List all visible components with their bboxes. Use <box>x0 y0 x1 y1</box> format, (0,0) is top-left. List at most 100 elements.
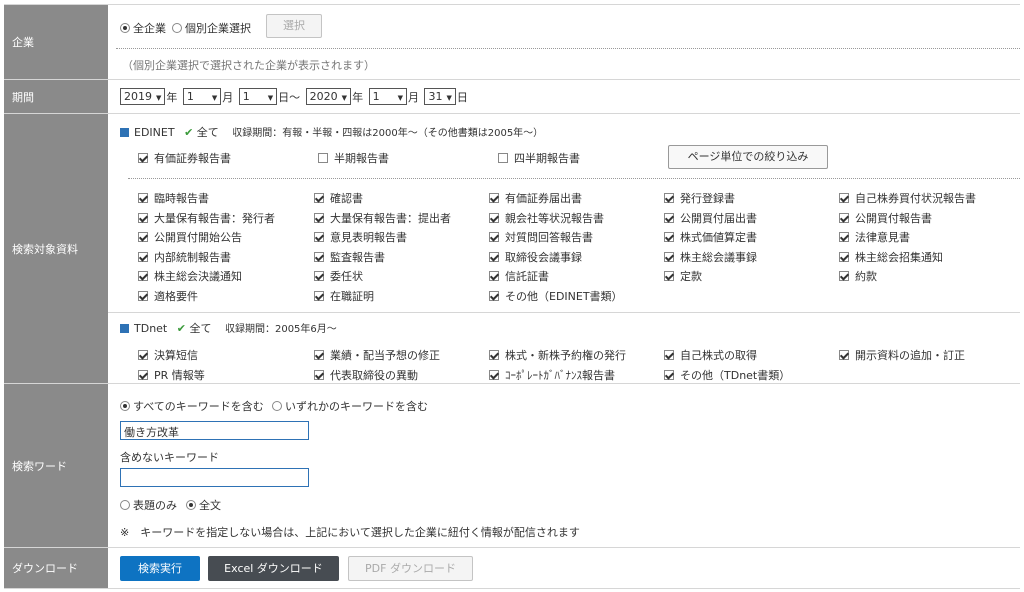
document-type-item[interactable]: 監査報告書 <box>314 249 385 265</box>
document-type-item[interactable]: 大量保有報告書：発行者 <box>138 210 275 226</box>
checkbox[interactable] <box>138 153 148 163</box>
checkbox[interactable] <box>839 350 849 360</box>
checkbox[interactable] <box>138 232 148 242</box>
checkbox[interactable] <box>489 212 499 223</box>
checkbox[interactable] <box>314 193 324 203</box>
document-type-item[interactable]: 業績・配当予想の修正 <box>314 347 440 363</box>
page-filter-button[interactable]: ページ単位での絞り込み <box>668 145 828 169</box>
checkbox[interactable] <box>664 232 674 242</box>
checkbox[interactable] <box>314 350 324 360</box>
checkbox[interactable] <box>138 369 148 380</box>
document-type-item[interactable]: 信託証書 <box>489 268 549 284</box>
checkbox[interactable] <box>138 271 148 281</box>
document-type-item[interactable]: 定款 <box>664 268 702 284</box>
to-month-select[interactable]: 1 ▼ <box>368 88 407 105</box>
checkbox[interactable] <box>489 271 499 281</box>
checkbox[interactable] <box>664 212 674 223</box>
document-type-item[interactable]: 委任状 <box>314 268 363 284</box>
document-type-item[interactable]: 約款 <box>839 268 877 284</box>
checkbox[interactable] <box>664 251 674 262</box>
radio-any-keyword[interactable]: いずれかのキーワードを含む <box>272 398 428 414</box>
checkbox[interactable] <box>489 290 499 301</box>
checkbox[interactable] <box>839 193 849 203</box>
radio-all-companies-dot[interactable] <box>120 23 130 33</box>
radio-full-text[interactable]: 全文 <box>186 497 221 513</box>
checkbox[interactable] <box>138 212 148 223</box>
checkbox[interactable] <box>489 251 499 262</box>
radio-title-only-dot[interactable] <box>120 500 130 510</box>
edinet-select-all[interactable]: ✔ 全て <box>184 126 219 139</box>
document-type-item[interactable]: 意見表明報告書 <box>314 229 407 245</box>
document-type-item[interactable]: 株式価値算定書 <box>664 229 757 245</box>
document-type-item[interactable]: 公開買付開始公告 <box>138 229 242 245</box>
checkbox[interactable] <box>138 251 148 262</box>
radio-full-text-dot[interactable] <box>186 500 196 510</box>
radio-all-companies[interactable]: 全企業 <box>120 20 166 36</box>
from-year-select[interactable]: 2019 ▼ <box>120 88 166 105</box>
document-type-item[interactable]: 株主総会議事録 <box>664 249 757 265</box>
checkbox[interactable] <box>839 251 849 262</box>
document-type-item[interactable]: 自己株式の取得 <box>664 347 757 363</box>
checkbox[interactable] <box>314 212 324 223</box>
document-type-item[interactable]: 公開買付届出書 <box>664 210 757 226</box>
keyword-input[interactable]: 働き方改革 <box>120 421 309 440</box>
checkbox[interactable] <box>664 350 674 360</box>
excel-download-button[interactable]: Excel ダウンロード <box>208 556 339 581</box>
document-type-item[interactable]: 株主総会招集通知 <box>839 249 943 265</box>
checkbox[interactable] <box>664 193 674 203</box>
from-month-select[interactable]: 1 ▼ <box>182 88 222 105</box>
checkbox[interactable] <box>138 290 148 301</box>
document-type-item[interactable]: 有価証券届出書 <box>489 190 582 206</box>
edinet-top-item[interactable]: 四半期報告書 <box>498 150 580 166</box>
document-type-item[interactable]: 親会社等状況報告書 <box>489 210 604 226</box>
document-type-item[interactable]: 臨時報告書 <box>138 190 209 206</box>
edinet-top-item[interactable]: 有価証券報告書 <box>138 150 231 166</box>
radio-individual-company-dot[interactable] <box>172 23 182 33</box>
document-type-item[interactable]: 内部統制報告書 <box>138 249 231 265</box>
document-type-item[interactable]: 発行登録書 <box>664 190 735 206</box>
document-type-item[interactable]: 取締役会議事録 <box>489 249 582 265</box>
radio-all-keywords-dot[interactable] <box>120 401 130 411</box>
radio-individual-company[interactable]: 個別企業選択 <box>172 20 251 36</box>
checkbox[interactable] <box>839 232 849 242</box>
document-type-item[interactable]: その他（TDnet書類） <box>664 367 790 383</box>
document-type-item[interactable]: 在職証明 <box>314 288 374 304</box>
document-type-item[interactable]: 大量保有報告書：提出者 <box>314 210 451 226</box>
radio-any-keyword-dot[interactable] <box>272 401 282 411</box>
to-year-select[interactable]: 2020 ▼ <box>305 88 352 105</box>
document-type-item[interactable]: その他（EDINET書類） <box>489 288 623 304</box>
select-company-button[interactable]: 選択 <box>266 14 322 38</box>
checkbox[interactable] <box>489 232 499 242</box>
checkbox[interactable] <box>314 271 324 281</box>
checkbox[interactable] <box>839 271 849 281</box>
document-type-item[interactable]: 自己株券買付状況報告書 <box>839 190 976 206</box>
checkbox[interactable] <box>839 212 849 223</box>
checkbox[interactable] <box>489 369 499 380</box>
checkbox[interactable] <box>138 193 148 203</box>
document-type-item[interactable]: 決算短信 <box>138 347 198 363</box>
checkbox[interactable] <box>498 153 508 163</box>
edinet-top-item[interactable]: 半期報告書 <box>318 150 389 166</box>
checkbox[interactable] <box>314 251 324 262</box>
document-type-item[interactable]: 株主総会決議通知 <box>138 268 242 284</box>
document-type-item[interactable]: 確認書 <box>314 190 363 206</box>
document-type-item[interactable]: ｺｰﾎﾟﾚｰﾄｶﾞﾊﾞﾅﾝｽ報告書 <box>489 367 615 383</box>
checkbox[interactable] <box>314 290 324 301</box>
checkbox[interactable] <box>489 193 499 203</box>
exclude-keyword-input[interactable] <box>120 468 309 487</box>
search-button[interactable]: 検索実行 <box>120 556 200 581</box>
document-type-item[interactable]: 公開買付報告書 <box>839 210 932 226</box>
radio-all-keywords[interactable]: すべてのキーワードを含む <box>120 398 264 414</box>
document-type-item[interactable]: 対質問回答報告書 <box>489 229 593 245</box>
document-type-item[interactable]: 開示資料の追加・訂正 <box>839 347 965 363</box>
checkbox[interactable] <box>314 232 324 242</box>
document-type-item[interactable]: 株式・新株予約権の発行 <box>489 347 626 363</box>
document-type-item[interactable]: PR 情報等 <box>138 367 205 383</box>
document-type-item[interactable]: 法律意見書 <box>839 229 910 245</box>
document-type-item[interactable]: 適格要件 <box>138 288 198 304</box>
checkbox[interactable] <box>314 369 324 380</box>
document-type-item[interactable]: 代表取締役の異動 <box>314 367 418 383</box>
to-day-select[interactable]: 31 ▼ <box>424 88 456 105</box>
checkbox[interactable] <box>318 153 328 163</box>
pdf-download-button[interactable]: PDF ダウンロード <box>348 556 473 581</box>
